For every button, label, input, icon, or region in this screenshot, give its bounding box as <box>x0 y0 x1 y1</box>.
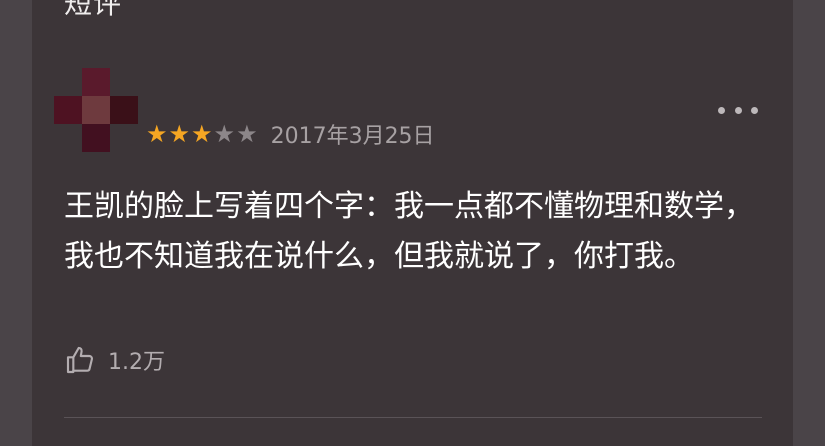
more-dot <box>734 106 742 114</box>
more-dot <box>751 106 758 114</box>
avatar[interactable] <box>54 68 138 152</box>
rating-row: ★ ★ ★ ★ ★ 2017年3月25日 <box>146 119 435 149</box>
more-options-icon[interactable] <box>718 104 758 116</box>
star-icon: ★ <box>146 120 168 148</box>
star-icon: ★ <box>191 120 213 148</box>
review-content: 王凯的脸上写着四个字：我一点都不懂物理和数学，我也不知道我在说什么，但我就说了，… <box>64 189 754 274</box>
avatar-pixel <box>82 96 110 124</box>
thumbs-up-icon <box>64 344 96 376</box>
left-edge <box>0 0 32 446</box>
more-dot <box>718 106 725 114</box>
avatar-pixel <box>54 96 82 124</box>
right-edge <box>793 0 825 446</box>
star-icon: ★ <box>213 120 236 148</box>
section-title: 短评 <box>64 0 123 20</box>
divider <box>64 417 762 418</box>
review-date: 2017年3月25日 <box>270 124 435 149</box>
star-icon: ★ <box>236 120 258 148</box>
avatar-pixel <box>110 96 138 124</box>
like-count: 1.2万 <box>108 350 165 375</box>
star-rating: ★ ★ ★ ★ ★ <box>146 122 259 146</box>
avatar-pixel <box>82 68 110 96</box>
avatar-pixel <box>82 124 110 152</box>
star-icon: ★ <box>168 120 191 148</box>
like-button[interactable]: 1.2万 <box>64 340 165 380</box>
